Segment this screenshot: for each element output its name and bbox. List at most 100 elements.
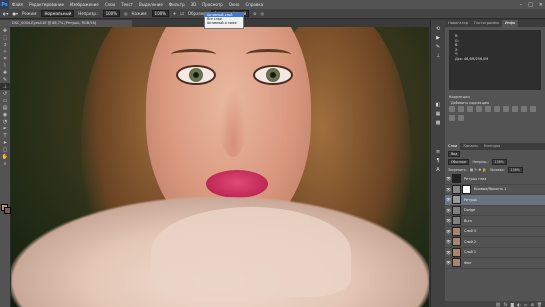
aligned-checkbox[interactable]: ☑ — [180, 11, 184, 16]
color-panel-icon[interactable]: ◧ — [431, 100, 445, 109]
pen-tool-icon[interactable]: ✒ — [0, 125, 10, 132]
menu-text[interactable]: Текст — [118, 2, 136, 7]
paragraph-panel-icon[interactable]: ¶ — [431, 156, 445, 165]
visibility-eye-icon[interactable]: 👁 — [445, 229, 452, 234]
vibrance-adjustment-icon[interactable] — [485, 105, 491, 112]
menu-window[interactable]: Окно — [226, 2, 243, 7]
layer-row[interactable]: 👁 Фон — [445, 258, 545, 269]
tab-navigator[interactable]: Навигатор — [445, 20, 471, 27]
background-color-swatch[interactable] — [4, 207, 11, 214]
tab-paths[interactable]: Контуры — [481, 143, 503, 150]
layer-style-icon[interactable]: fx — [504, 302, 508, 307]
new-group-icon[interactable]: ▭ — [524, 302, 528, 307]
character-panel-icon[interactable]: A — [431, 165, 445, 174]
curves-adjustment-icon[interactable] — [467, 105, 473, 112]
blend-mode-select[interactable]: Обычные — [448, 159, 470, 165]
hand-tool-icon[interactable]: ✋ — [0, 153, 10, 160]
marquee-tool-icon[interactable]: ⬚ — [0, 34, 10, 41]
invert-adjustment-icon[interactable] — [449, 114, 455, 121]
healing-brush-tool-icon[interactable]: ✚ — [0, 69, 10, 76]
layer-mask-thumbnail[interactable] — [462, 184, 471, 194]
eraser-tool-icon[interactable]: ▭ — [0, 97, 10, 104]
menu-edit[interactable]: Редактирование — [26, 2, 67, 7]
layer-row[interactable]: 👁 Слой 3 — [445, 226, 545, 237]
visibility-eye-icon[interactable]: 👁 — [445, 197, 452, 202]
color-balance-adjustment-icon[interactable] — [503, 105, 509, 112]
tab-channels[interactable]: Каналы — [460, 143, 480, 150]
crop-tool-icon[interactable]: ⌗ — [0, 55, 10, 62]
document-canvas[interactable] — [11, 27, 429, 307]
black-white-adjustment-icon[interactable] — [512, 105, 518, 112]
magic-wand-tool-icon[interactable]: ✧ — [0, 48, 10, 55]
visibility-eye-icon[interactable]: 👁 — [445, 239, 452, 244]
brightness-adjustment-icon[interactable] — [449, 105, 455, 112]
visibility-eye-icon[interactable]: 👁 — [445, 250, 452, 255]
type-tool-icon[interactable]: T — [0, 132, 10, 139]
properties-panel-icon[interactable]: ≡ — [431, 147, 445, 156]
minimize-icon[interactable]: – — [520, 2, 523, 8]
layer-row[interactable]: 👁 Burn — [445, 216, 545, 227]
gradient-tool-icon[interactable]: ▤ — [0, 104, 10, 111]
layer-row[interactable]: 👁 Dodge — [445, 205, 545, 216]
zoom-tool-icon[interactable]: ⌕ — [0, 160, 10, 167]
visibility-eye-icon[interactable]: 👁 — [445, 218, 452, 223]
tab-histogram[interactable]: Гистограмма — [471, 20, 502, 27]
sample-option-current-and-below[interactable]: Активный и ниже — [205, 21, 243, 25]
swatches-panel-icon[interactable]: ▦ — [431, 109, 445, 118]
opacity-field[interactable]: 100% — [102, 10, 120, 17]
ignore-adjustment-icon[interactable]: ⊘ — [253, 11, 256, 16]
photo-filter-adjustment-icon[interactable] — [521, 105, 527, 112]
dodge-tool-icon[interactable]: ◔ — [0, 118, 10, 125]
menu-select[interactable]: Выделение — [136, 2, 166, 7]
new-layer-icon[interactable]: ⊞ — [531, 302, 534, 307]
menu-layers[interactable]: Слои — [102, 2, 118, 7]
history-brush-tool-icon[interactable]: ↺ — [0, 90, 10, 97]
posterize-adjustment-icon[interactable] — [458, 114, 464, 121]
menu-file[interactable]: Файл — [9, 2, 26, 7]
path-selection-tool-icon[interactable]: ➤ — [0, 139, 10, 146]
fill-field[interactable]: 100% — [507, 167, 523, 173]
eyedropper-tool-icon[interactable]: ⌇ — [0, 62, 10, 69]
visibility-eye-icon[interactable]: 👁 — [445, 176, 452, 181]
layer-row[interactable]: 👁 Кривые/Яркость 1 — [445, 184, 545, 195]
history-panel-icon[interactable]: ⟲ — [431, 24, 445, 33]
maximize-icon[interactable]: □ — [528, 2, 533, 8]
blur-tool-icon[interactable]: ◉ — [0, 111, 10, 118]
menu-3d[interactable]: 3D — [188, 2, 200, 7]
link-layers-icon[interactable]: ⛓ — [496, 302, 501, 307]
layer-row[interactable]: 👁 Слой 2 — [445, 237, 545, 248]
tab-info[interactable]: Инфо — [501, 20, 519, 27]
move-tool-icon[interactable]: ✥ — [0, 27, 10, 34]
tool-preset-icon[interactable]: ◐▾ — [3, 11, 9, 16]
layer-opacity-field[interactable]: 100% — [491, 159, 507, 165]
actions-panel-icon[interactable]: ▶ — [431, 33, 445, 42]
pressure-opacity-icon[interactable]: ◎ — [124, 11, 128, 16]
menu-image[interactable]: Изображение — [67, 2, 102, 7]
brush-size-icon[interactable]: ●▾ — [13, 11, 19, 16]
shape-tool-icon[interactable]: ▢ — [0, 146, 10, 153]
lock-icons[interactable]: ▦ ✎ ✥ 🔒 — [470, 168, 487, 172]
add-mask-icon[interactable]: ◙ — [510, 302, 514, 307]
clone-source-panel-icon[interactable]: ⊥ — [431, 51, 445, 60]
layer-kind-filter[interactable]: Вид — [448, 151, 461, 157]
close-icon[interactable]: ✕ — [539, 2, 543, 8]
styles-panel-icon[interactable]: ▩ — [431, 118, 445, 127]
clone-stamp-tool-icon[interactable]: ⊥ — [0, 83, 10, 90]
brush-panel-icon[interactable]: ✎ — [431, 42, 445, 51]
visibility-eye-icon[interactable]: 👁 — [445, 260, 452, 265]
exposure-adjustment-icon[interactable] — [476, 105, 482, 112]
menu-view[interactable]: Просмотр — [199, 2, 226, 7]
airbrush-icon[interactable]: ✈ — [173, 11, 176, 16]
menu-filter[interactable]: Фильтр — [166, 2, 188, 7]
document-tab[interactable]: DSC_0004-Eyes4.tif @ 66,7% (Ретушь, RGB/… — [10, 20, 132, 27]
brush-tool-icon[interactable]: ✎ — [0, 76, 10, 83]
levels-adjustment-icon[interactable] — [458, 105, 464, 112]
tab-layers[interactable]: Слои — [445, 143, 461, 150]
lasso-tool-icon[interactable]: ↄ — [0, 41, 10, 48]
mode-select[interactable]: Нормальный — [41, 10, 75, 17]
new-adjustment-icon[interactable]: ◐ — [517, 302, 521, 307]
channel-mixer-adjustment-icon[interactable] — [530, 105, 536, 112]
visibility-eye-icon[interactable]: 👁 — [445, 187, 452, 192]
pressure-size-icon[interactable]: ◎ — [260, 11, 264, 16]
flow-field[interactable]: 100% — [151, 10, 169, 17]
